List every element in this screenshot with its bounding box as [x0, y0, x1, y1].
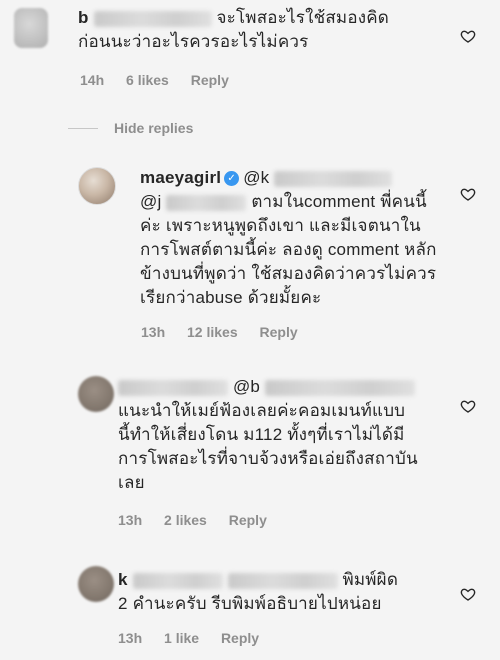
- timestamp: 14h: [80, 72, 105, 88]
- redacted-mention: [166, 194, 247, 211]
- comment-text-line: ข้างบนที่พูดว่า ใช้สมองคิดว่าควรไม่ควร: [140, 264, 437, 283]
- avatar[interactable]: [78, 167, 116, 205]
- heart-icon[interactable]: [460, 186, 476, 202]
- timestamp: 13h: [118, 512, 143, 528]
- redacted-username: [93, 10, 212, 27]
- comment-body: k พิมพ์ผิด 2 คำนะครับ รีบพิมพ์อธิบายไปหน…: [118, 568, 398, 616]
- comment-text-line: พิมพ์ผิด: [342, 570, 399, 589]
- redacted-mention: [227, 572, 338, 589]
- comment-text-line: การโพสต์ตามนี้ค่ะ ลองดู comment หลัก: [140, 240, 437, 259]
- username[interactable]: k: [118, 570, 128, 589]
- hide-replies-button[interactable]: Hide replies: [114, 120, 193, 136]
- mention[interactable]: @b: [233, 377, 260, 396]
- comment-meta: 13h 1 like Reply: [118, 630, 277, 646]
- timestamp: 13h: [141, 324, 166, 340]
- username[interactable]: maeyagirl: [140, 168, 221, 187]
- mention[interactable]: @j: [140, 192, 161, 211]
- comment-text-line: แนะนำให้เมย์ฟ้องเลยค่ะคอมเมนท์แบบ: [118, 401, 406, 420]
- comment-body: maeyagirl ✓ @k @j ตามในcomment พี่คนนี้ ค่…: [140, 166, 437, 310]
- comment-body: b จะโพสอะไรใช้สมองคิด ก่อนนะว่าอะไรควรอะ…: [78, 6, 389, 54]
- redacted-username: [118, 379, 228, 396]
- redacted-username: [132, 572, 223, 589]
- avatar[interactable]: [14, 8, 48, 48]
- likes-count[interactable]: 1 like: [164, 630, 199, 646]
- timestamp: 13h: [118, 630, 143, 646]
- comment-text-line: ตามในcomment พี่คนนี้: [251, 192, 427, 211]
- likes-count[interactable]: 6 likes: [126, 72, 169, 88]
- likes-count[interactable]: 12 likes: [187, 324, 238, 340]
- comment-meta: 14h 6 likes Reply: [80, 72, 247, 88]
- comment-text-line: ค่ะ เพราะหนูพูดถึงเขา และมีเจตนาใน: [140, 216, 421, 235]
- avatar[interactable]: [78, 566, 114, 602]
- comment-text-line: นี้ทำให้เสี่ยงโดน ม112 ทั้งๆที่เราไม่ได้…: [118, 425, 405, 444]
- comment-text-line: เลย: [118, 473, 145, 492]
- comment-text-line: การโพสอะไรที่จาบจ้วงหรือเอ่ยถึงสถาบัน: [118, 449, 418, 468]
- hide-replies-line: [68, 128, 98, 129]
- reply-button[interactable]: Reply: [191, 72, 229, 88]
- comment-text-line: 2 คำนะครับ รีบพิมพ์อธิบายไปหน่อย: [118, 594, 382, 613]
- comment-meta: 13h 2 likes Reply: [118, 512, 285, 528]
- comment-text-line: เรียกว่าabuse ด้วยมั้ยคะ: [140, 288, 322, 307]
- heart-icon[interactable]: [460, 398, 476, 414]
- redacted-mention: [274, 170, 393, 187]
- comment-text-line: ก่อนนะว่าอะไรควรอะไรไม่ควร: [78, 32, 309, 51]
- reply-button[interactable]: Reply: [229, 512, 267, 528]
- redacted-mention: [265, 379, 415, 396]
- reply-button[interactable]: Reply: [221, 630, 259, 646]
- likes-count[interactable]: 2 likes: [164, 512, 207, 528]
- username[interactable]: b: [78, 8, 89, 27]
- verified-badge-icon: ✓: [224, 171, 240, 187]
- avatar[interactable]: [78, 376, 114, 412]
- heart-icon[interactable]: [460, 586, 476, 602]
- comment-text-line: จะโพสอะไรใช้สมองคิด: [216, 8, 390, 27]
- heart-icon[interactable]: [460, 28, 476, 44]
- mention[interactable]: @k: [243, 168, 269, 187]
- comment-body: @b แนะนำให้เมย์ฟ้องเลยค่ะคอมเมนท์แบบ นี้…: [118, 375, 418, 495]
- comment-meta: 13h 12 likes Reply: [141, 324, 316, 340]
- reply-button[interactable]: Reply: [260, 324, 298, 340]
